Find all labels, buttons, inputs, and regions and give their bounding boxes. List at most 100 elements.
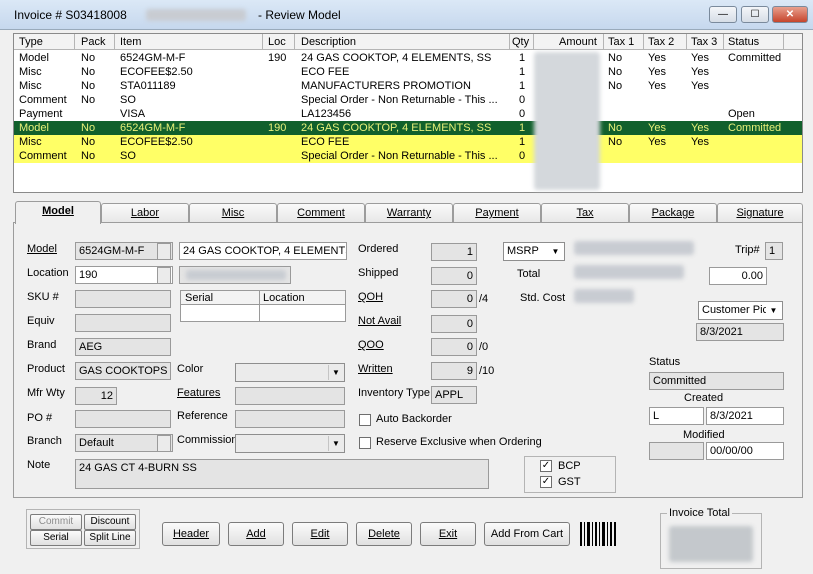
model-description-field[interactable]: 24 GAS COOKTOP, 4 ELEMENTS [179, 242, 347, 260]
tab-package[interactable]: Package [629, 203, 717, 223]
commission-label: Commission [177, 434, 238, 446]
product-field[interactable]: GAS COOKTOPS [75, 362, 171, 380]
table-row[interactable]: Comment No SO Special Order - Non Returnabl… [14, 93, 802, 107]
price-type-dropdown[interactable]: MSRP ▼ [503, 242, 565, 261]
edit-button[interactable]: Edit [292, 522, 348, 546]
close-button[interactable]: ✕ [772, 6, 808, 23]
bcp-checkbox[interactable]: ✓ [540, 460, 552, 472]
col-tax1[interactable]: Tax 1 [608, 36, 634, 48]
grid-cell-item: SO [120, 150, 136, 162]
tab-labor[interactable]: Labor [101, 203, 189, 223]
equiv-field[interactable] [75, 314, 171, 332]
grid-cell-item: VISA [120, 108, 146, 120]
tab-payment[interactable]: Payment [453, 203, 541, 223]
grid-cell-qty: 0 [519, 150, 526, 162]
po-field[interactable] [75, 410, 171, 428]
col-description[interactable]: Description [301, 36, 356, 48]
table-row[interactable]: Model No 6524GM-M-F 190 24 GAS COOKTOP, 4 EL… [14, 51, 802, 65]
color-label: Color [177, 363, 204, 375]
table-row[interactable]: Misc No STA011189 MANUFACTURERS PROMOTION 1 N… [14, 79, 802, 93]
col-pack[interactable]: Pack [81, 36, 105, 48]
model-tab-panel: Model 6524GM-M-F 24 GAS COOKTOP, 4 ELEME… [13, 222, 803, 498]
qoo-label[interactable]: QOO [358, 339, 384, 351]
col-qty[interactable]: Qty [512, 36, 529, 48]
color-dropdown[interactable]: ▼ [235, 363, 345, 382]
tab-warranty[interactable]: Warranty [365, 203, 453, 223]
add-button[interactable]: Add [228, 522, 284, 546]
split-line-button[interactable]: Split Line [84, 530, 136, 546]
features-field[interactable] [235, 387, 345, 405]
not-avail-field: 0 [431, 315, 477, 333]
grid-cell-description: Special Order - Non Returnable - This ..… [301, 94, 498, 106]
tab-comment[interactable]: Comment [277, 203, 365, 223]
add-from-cart-button[interactable]: Add From Cart [484, 522, 570, 546]
inventory-type-label: Inventory Type [358, 387, 430, 399]
table-row[interactable]: Misc No ECOFEE$2.50 ECO FEE 1 No Yes Yes [14, 65, 802, 79]
grid-cell-status: Open [728, 108, 755, 120]
col-tax3[interactable]: Tax 3 [691, 36, 717, 48]
branch-lookup-button[interactable] [157, 435, 171, 452]
grid-cell-pack: No [81, 122, 96, 134]
blurred-customer-name [146, 9, 246, 21]
minimize-button[interactable]: — [709, 6, 737, 23]
exit-button[interactable]: Exit [420, 522, 476, 546]
tab-misc[interactable]: Misc [189, 203, 277, 223]
grid-cell-tax2: Yes [648, 52, 666, 64]
table-row[interactable]: Payment VISA LA123456 0 Open [14, 107, 802, 121]
serial-button[interactable]: Serial [30, 530, 82, 546]
table-row[interactable]: Misc No ECOFEE$2.50 ECO FEE 1 No Yes Yes [14, 135, 802, 149]
discount-button[interactable]: Discount [84, 514, 136, 530]
tab-model[interactable]: Model [15, 201, 101, 224]
col-loc[interactable]: Loc [268, 36, 286, 48]
serial-grid[interactable]: Serial Location [180, 290, 346, 322]
grid-cell-tax3: Yes [691, 122, 709, 134]
reserve-exclusive-checkbox[interactable] [359, 437, 371, 449]
reference-field[interactable] [235, 410, 345, 428]
maximize-button[interactable]: ☐ [741, 6, 769, 23]
mfr-warranty-field[interactable]: 12 [75, 387, 117, 405]
grid-cell-tax2: Yes [648, 122, 666, 134]
trip-field[interactable]: 1 [765, 242, 783, 260]
delete-button[interactable]: Delete [356, 522, 412, 546]
written-label[interactable]: Written [358, 363, 393, 375]
grid-cell-qty: 1 [519, 136, 526, 148]
commission-dropdown[interactable]: ▼ [235, 434, 345, 453]
note-field[interactable]: 24 GAS CT 4-BURN SS [75, 459, 489, 489]
grid-cell-item: 6524GM-M-F [120, 122, 186, 134]
table-row[interactable]: Comment No SO Special Order - Non Returnabl… [14, 149, 802, 163]
tab-tax[interactable]: Tax [541, 203, 629, 223]
discount-field[interactable]: 0.00 [709, 267, 767, 285]
modified-label: Modified [683, 429, 725, 441]
grid-cell-status: Committed [728, 52, 782, 64]
col-amount[interactable]: Amount [559, 36, 597, 48]
table-row[interactable]: Model No 6524GM-M-F 190 24 GAS COOKTOP, 4 EL… [14, 121, 802, 135]
auto-backorder-checkbox[interactable] [359, 414, 371, 426]
delivery-method-dropdown[interactable]: Customer Pick ▼ [698, 301, 783, 320]
sku-field[interactable] [75, 290, 171, 308]
model-lookup-button[interactable] [157, 243, 171, 260]
col-status[interactable]: Status [728, 36, 759, 48]
location-lookup-button[interactable] [157, 267, 171, 284]
delivery-date-field[interactable]: 8/3/2021 [696, 323, 784, 341]
commit-button[interactable]: Commit [30, 514, 82, 530]
not-avail-label[interactable]: Not Avail [358, 315, 401, 327]
grid-header: Type Pack Item Loc Description Qty Amoun… [14, 34, 802, 50]
barcode-icon[interactable] [579, 521, 617, 547]
features-label[interactable]: Features [177, 387, 220, 399]
gst-checkbox[interactable]: ✓ [540, 476, 552, 488]
header-button[interactable]: Header [162, 522, 220, 546]
grid-cell-description: Special Order - Non Returnable - This ..… [301, 150, 498, 162]
line-items-grid[interactable]: Type Pack Item Loc Description Qty Amoun… [13, 33, 803, 193]
grid-cell-item: 6524GM-M-F [120, 52, 186, 64]
col-type[interactable]: Type [19, 36, 43, 48]
title-bar: Invoice # S03418008 - Review Model — ☐ ✕ [0, 0, 813, 30]
col-tax2[interactable]: Tax 2 [648, 36, 674, 48]
col-item[interactable]: Item [120, 36, 141, 48]
serial-location-col-header: Location [263, 292, 305, 304]
grid-cell-tax2: Yes [648, 80, 666, 92]
qoh-label[interactable]: QOH [358, 291, 383, 303]
model-label[interactable]: Model [27, 243, 57, 255]
grid-cell-type: Misc [19, 136, 42, 148]
tab-signature[interactable]: Signature [717, 203, 803, 223]
brand-field[interactable]: AEG [75, 338, 171, 356]
